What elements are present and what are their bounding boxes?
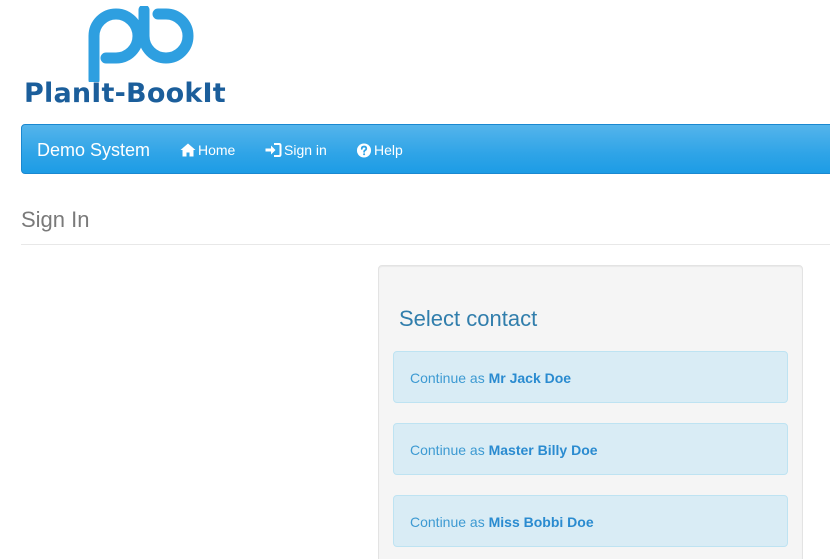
nav-item-sign-in[interactable]: Sign in [265, 142, 327, 158]
select-contact-panel: Select contact Continue as Mr Jack Doe C… [378, 265, 803, 559]
nav-item-label: Sign in [284, 142, 327, 158]
navbar-brand[interactable]: Demo System [37, 140, 150, 161]
nav-item-label: Help [374, 142, 403, 158]
select-contact-title: Select contact [399, 306, 538, 331]
nav-item-help[interactable]: Help [356, 142, 403, 158]
navbar: Demo System Home Sign in Help [21, 124, 830, 174]
contact-option-name: Mr Jack Doe [488, 370, 572, 386]
logo[interactable]: PlanIt-BookIt [24, 6, 254, 112]
contact-option-prefix: Continue as [410, 370, 489, 386]
contact-option-text: Continue as Mr Jack Doe [410, 370, 571, 386]
contact-option-prefix: Continue as [410, 442, 489, 458]
home-icon [180, 143, 196, 157]
contact-option-name: Master Billy Doe [488, 442, 598, 458]
continue-as-contact-button[interactable]: Continue as Miss Bobbi Doe [393, 495, 788, 547]
contact-option-prefix: Continue as [410, 514, 489, 530]
contact-option-text: Continue as Miss Bobbi Doe [410, 514, 594, 530]
page: PlanIt-BookIt Demo System Home Sign in H… [0, 0, 830, 559]
nav-item-label: Home [198, 142, 236, 158]
page-divider [21, 244, 830, 245]
logo-text: PlanIt-BookIt [24, 78, 226, 109]
contact-option-name: Miss Bobbi Doe [488, 514, 594, 530]
question-circle-icon [356, 142, 372, 158]
continue-as-contact-button[interactable]: Continue as Mr Jack Doe [393, 351, 788, 403]
pb-logo-mark-icon [88, 6, 194, 82]
sign-in-icon [265, 143, 282, 157]
page-title: Sign In [21, 207, 90, 232]
contact-option-text: Continue as Master Billy Doe [410, 442, 598, 458]
continue-as-contact-button[interactable]: Continue as Master Billy Doe [393, 423, 788, 475]
nav-item-home[interactable]: Home [180, 142, 235, 158]
